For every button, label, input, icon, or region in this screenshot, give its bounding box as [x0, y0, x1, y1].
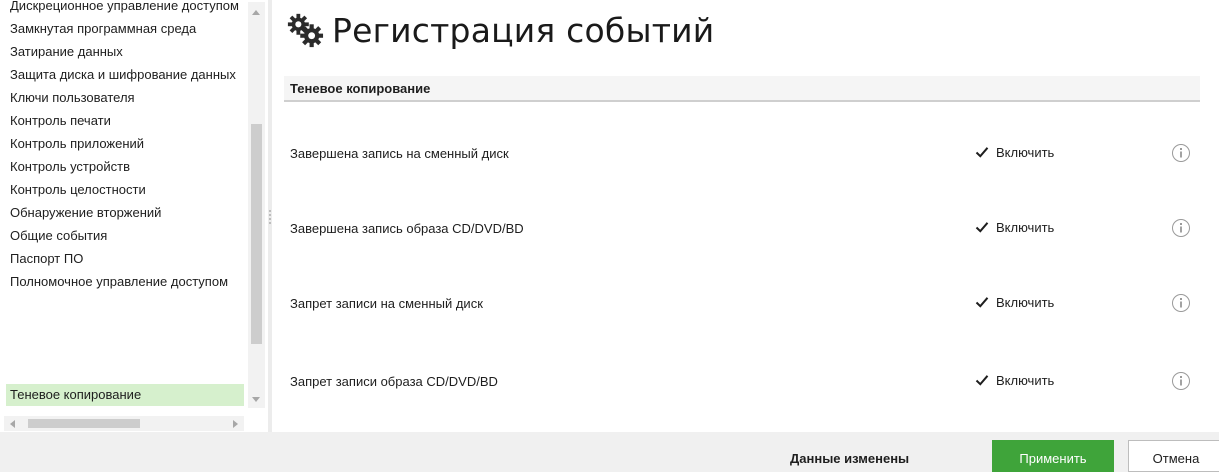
gears-icon — [287, 13, 324, 48]
info-icon[interactable] — [1171, 293, 1191, 313]
scroll-left-icon[interactable] — [10, 420, 15, 428]
scroll-down-icon[interactable] — [252, 397, 260, 402]
checkmark-icon[interactable] — [974, 144, 990, 160]
apply-button[interactable]: Применить — [992, 440, 1114, 472]
sidebar-vertical-scrollbar[interactable] — [248, 2, 265, 408]
enable-checkbox[interactable]: Включить — [974, 144, 1054, 160]
scroll-up-icon[interactable] — [252, 10, 260, 15]
checkmark-icon[interactable] — [974, 219, 990, 235]
event-row: Запрет записи образа CD/DVD/BD Включить — [284, 368, 1200, 398]
scrollbar-thumb-horizontal[interactable] — [28, 419, 140, 428]
checkbox-label[interactable]: Включить — [996, 295, 1054, 310]
sidebar: Дискреционное управление доступом Замкну… — [0, 0, 272, 432]
scrollbar-thumb[interactable] — [251, 124, 262, 344]
sidebar-item-intrusion-detection[interactable]: Обнаружение вторжений — [6, 202, 244, 224]
event-label: Запрет записи образа CD/DVD/BD — [290, 374, 498, 389]
sidebar-item-data-wiping[interactable]: Затирание данных — [6, 41, 244, 63]
sidebar-item-general-events[interactable]: Общие события — [6, 225, 244, 247]
section-header: Теневое копирование — [284, 76, 1200, 102]
event-label: Завершена запись на сменный диск — [290, 146, 509, 161]
checkmark-icon[interactable] — [974, 372, 990, 388]
sidebar-item-discretionary-access[interactable]: Дискреционное управление доступом — [6, 0, 244, 17]
event-label: Завершена запись образа CD/DVD/BD — [290, 221, 524, 236]
section-title: Теневое копирование — [290, 81, 431, 96]
scroll-right-icon[interactable] — [233, 420, 238, 428]
checkbox-label[interactable]: Включить — [996, 220, 1054, 235]
enable-checkbox[interactable]: Включить — [974, 372, 1054, 388]
sidebar-item-closed-software-env[interactable]: Замкнутая программная среда — [6, 18, 244, 40]
enable-checkbox[interactable]: Включить — [974, 219, 1054, 235]
info-icon[interactable] — [1171, 371, 1191, 391]
enable-checkbox[interactable]: Включить — [974, 294, 1054, 310]
main-panel: Регистрация событий Теневое копирование … — [272, 0, 1219, 432]
checkbox-label[interactable]: Включить — [996, 145, 1054, 160]
info-icon[interactable] — [1171, 218, 1191, 238]
status-text: Данные изменены — [790, 451, 910, 466]
sidebar-horizontal-scrollbar[interactable] — [4, 416, 244, 431]
info-icon[interactable] — [1171, 143, 1191, 163]
event-row: Завершена запись образа CD/DVD/BD Включи… — [284, 215, 1200, 245]
splitter-grip-icon[interactable] — [269, 210, 271, 224]
event-label: Запрет записи на сменный диск — [290, 296, 483, 311]
event-row: Запрет записи на сменный диск Включить — [284, 290, 1200, 320]
sidebar-item-print-control[interactable]: Контроль печати — [6, 110, 244, 132]
sidebar-item-app-control[interactable]: Контроль приложений — [6, 133, 244, 155]
sidebar-item-shadow-copy[interactable]: Теневое копирование — [6, 384, 244, 406]
footer-bar: Данные изменены Применить Отмена — [0, 432, 1219, 472]
sidebar-item-device-control[interactable]: Контроль устройств — [6, 156, 244, 178]
sidebar-item-disk-encryption[interactable]: Защита диска и шифрование данных — [6, 64, 244, 86]
checkbox-label[interactable]: Включить — [996, 373, 1054, 388]
cancel-button[interactable]: Отмена — [1128, 440, 1219, 472]
page-title: Регистрация событий — [332, 10, 715, 50]
page-header: Регистрация событий — [286, 4, 714, 56]
sidebar-item-software-passport[interactable]: Паспорт ПО — [6, 248, 244, 270]
sidebar-item-integrity-control[interactable]: Контроль целостности — [6, 179, 244, 201]
sidebar-item-user-keys[interactable]: Ключи пользователя — [6, 87, 244, 109]
checkmark-icon[interactable] — [974, 294, 990, 310]
event-row: Завершена запись на сменный диск Включит… — [284, 140, 1200, 170]
sidebar-list: Дискреционное управление доступом Замкну… — [0, 0, 244, 410]
sidebar-item-mandatory-access[interactable]: Полномочное управление доступом — [6, 271, 244, 293]
